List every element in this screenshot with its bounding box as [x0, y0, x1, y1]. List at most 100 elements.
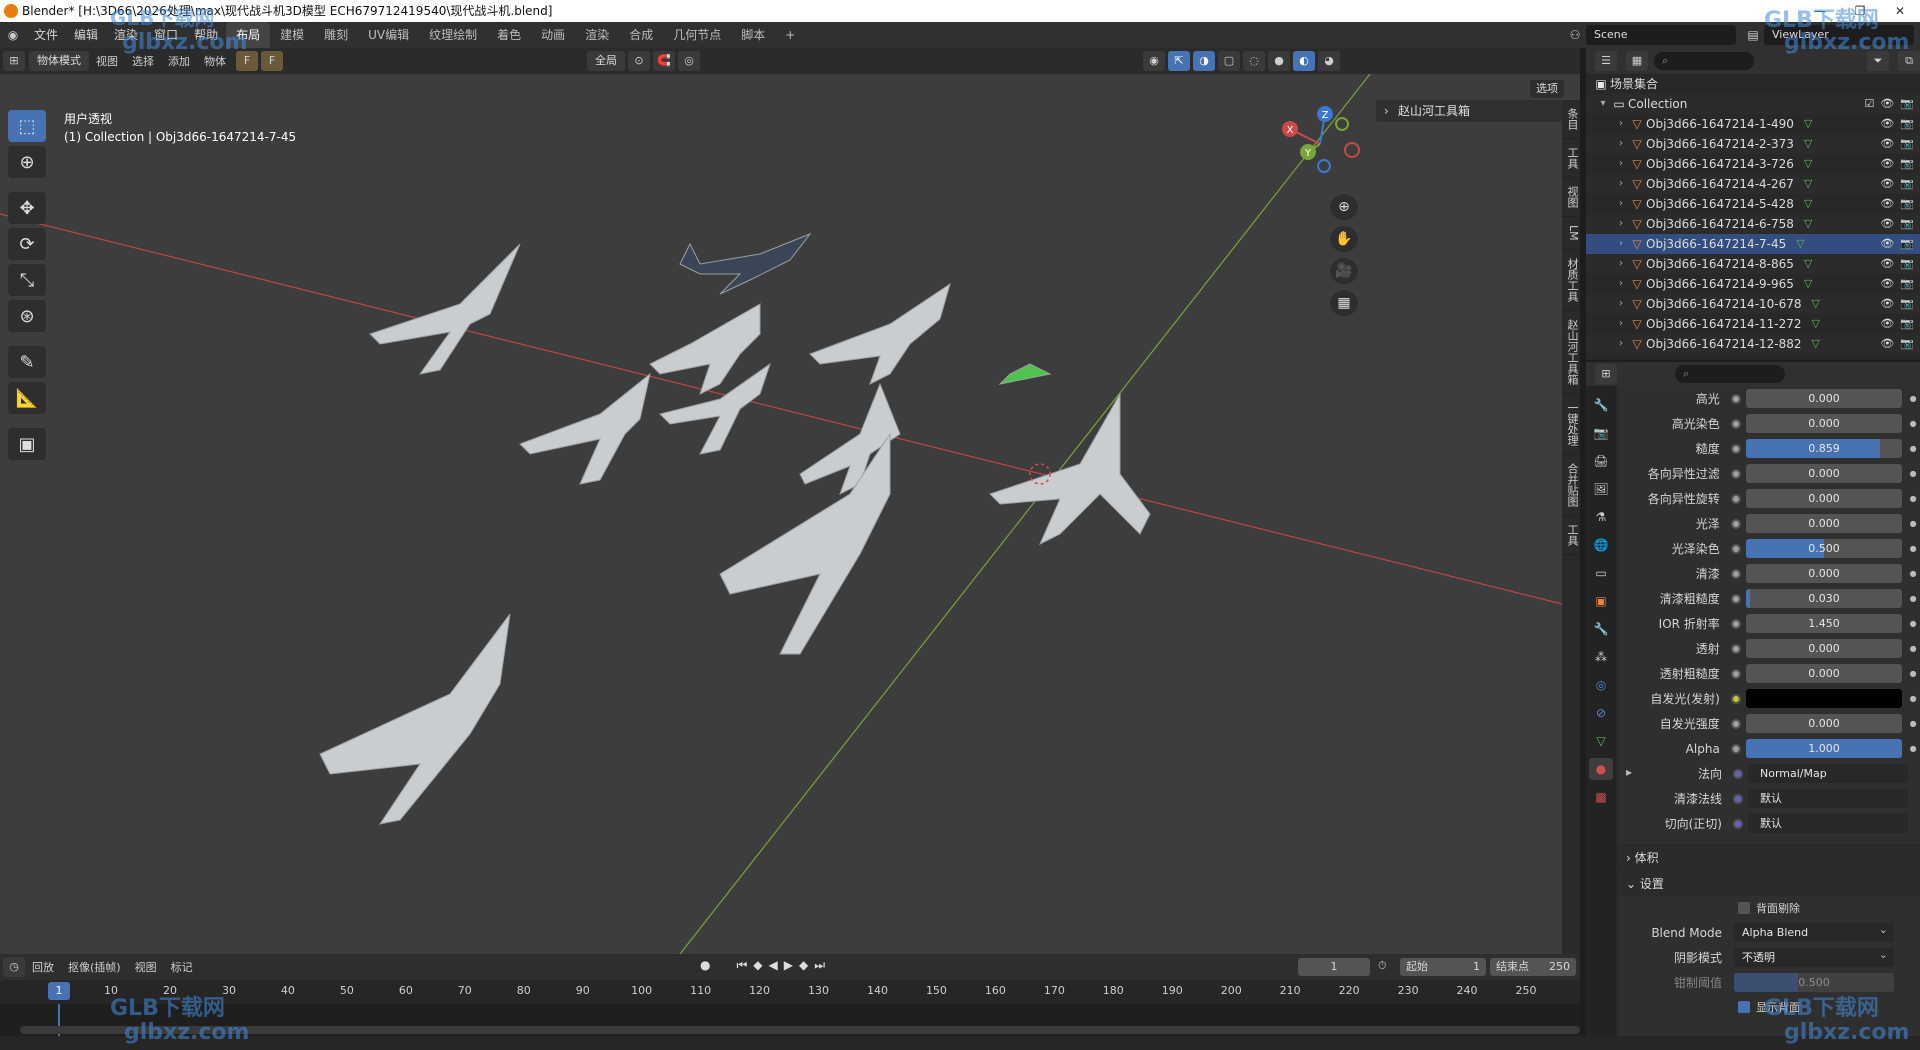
- tool-tab-icon[interactable]: 🔧: [1589, 394, 1613, 416]
- keyframe-dot-icon[interactable]: ●: [1906, 519, 1920, 528]
- checkbox-icon[interactable]: ☑: [1864, 94, 1874, 114]
- scale-tool-icon[interactable]: ⤡: [8, 264, 46, 296]
- mesh-data-icon[interactable]: ▽: [1804, 114, 1812, 134]
- outliner-object-row[interactable]: › ▽ Obj3d66-1647214-6-758 ▽ 👁 📷: [1586, 214, 1920, 234]
- timeline-ruler[interactable]: 1 10 20 30 40 50 60 70 80 90 100 110 120 130 140 150 16…: [0, 980, 1580, 1004]
- viewport-menu-select[interactable]: 选择: [125, 53, 161, 69]
- shadow-mode-select[interactable]: 不透明: [1734, 945, 1894, 967]
- socket-icon[interactable]: [1730, 743, 1741, 754]
- timeline-menu-marker[interactable]: 标记: [164, 959, 200, 975]
- keyframe-dot-icon[interactable]: ●: [1906, 719, 1920, 728]
- section-settings[interactable]: ⌄ 设置: [1618, 870, 1920, 896]
- tab-animation[interactable]: 动画: [531, 22, 575, 48]
- mesh-data-icon[interactable]: ▽: [1804, 194, 1812, 214]
- data-tab-icon[interactable]: ▽: [1589, 730, 1613, 752]
- current-frame-field[interactable]: 1: [1298, 958, 1370, 976]
- property-value-field[interactable]: 0.000: [1745, 389, 1903, 408]
- keyframe-dot-icon[interactable]: ●: [1906, 594, 1920, 603]
- camera-icon[interactable]: 📷: [1900, 234, 1914, 254]
- outliner-object-row[interactable]: › ▽ Obj3d66-1647214-4-267 ▽ 👁 📷: [1586, 174, 1920, 194]
- prev-keyframe-icon[interactable]: ◆: [753, 958, 762, 973]
- expand-icon[interactable]: ›: [1614, 174, 1628, 194]
- transform-orientation-selector[interactable]: 全局: [587, 51, 625, 71]
- snap-icon[interactable]: 🧲: [653, 51, 675, 71]
- camera-icon[interactable]: 📷: [1900, 134, 1914, 154]
- n-tab-view[interactable]: 视图: [1562, 178, 1580, 217]
- editor-type-icon[interactable]: ⊞: [3, 51, 25, 71]
- expand-icon[interactable]: ›: [1614, 254, 1628, 274]
- material-tab-icon[interactable]: ●: [1589, 758, 1613, 780]
- play-icon[interactable]: ▶: [784, 958, 793, 973]
- timeline-scrollbar[interactable]: [20, 1026, 1580, 1034]
- camera-icon[interactable]: 📷: [1900, 94, 1914, 114]
- n-tab-tools[interactable]: 工具: [1562, 516, 1580, 555]
- record-icon[interactable]: ●: [700, 958, 710, 973]
- socket-icon[interactable]: [1730, 668, 1741, 679]
- ortho-grid-icon[interactable]: ▦: [1330, 290, 1358, 316]
- keyframe-dot-icon[interactable]: ●: [1906, 644, 1920, 653]
- socket-icon[interactable]: [1730, 418, 1741, 429]
- tab-rendering[interactable]: 渲染: [575, 22, 619, 48]
- mesh-data-icon[interactable]: ▽: [1804, 274, 1812, 294]
- emission-color-field[interactable]: [1745, 689, 1903, 708]
- keyframe-dot-icon[interactable]: ●: [1906, 619, 1920, 628]
- expand-icon[interactable]: ›: [1614, 154, 1628, 174]
- material-shading-icon[interactable]: ◐: [1293, 51, 1315, 71]
- socket-icon[interactable]: [1733, 768, 1743, 779]
- add-cube-tool-icon[interactable]: ▣: [8, 428, 46, 460]
- constraints-tab-icon[interactable]: ⊘: [1589, 702, 1613, 724]
- outliner-collection[interactable]: ▾ ▭ Collection ☑ 👁 📷: [1586, 94, 1920, 114]
- mesh-data-icon[interactable]: ▽: [1812, 294, 1820, 314]
- measure-tool-icon[interactable]: 📐: [8, 382, 46, 414]
- blender-menu-icon[interactable]: ◉: [0, 28, 26, 42]
- expand-icon[interactable]: ▸: [1626, 765, 1632, 779]
- eye-icon[interactable]: 👁: [1880, 194, 1894, 214]
- outliner-object-row[interactable]: › ▽ Obj3d66-1647214-5-428 ▽ 👁 📷: [1586, 194, 1920, 214]
- outliner-object-row[interactable]: › ▽ Obj3d66-1647214-10-678 ▽ 👁 📷: [1586, 294, 1920, 314]
- navigation-gizmo[interactable]: Z X Y: [1270, 94, 1370, 194]
- rotate-tool-icon[interactable]: ⟳: [8, 228, 46, 260]
- keyframe-dot-icon[interactable]: ●: [1906, 694, 1920, 703]
- viewlayer-selector[interactable]: ViewLayer: [1764, 25, 1914, 45]
- menu-help[interactable]: 帮助: [186, 22, 226, 48]
- menu-window[interactable]: 窗口: [146, 22, 186, 48]
- next-keyframe-icon[interactable]: ◆: [799, 958, 808, 973]
- tab-modeling[interactable]: 建模: [270, 22, 314, 48]
- eye-icon[interactable]: 👁: [1880, 114, 1894, 134]
- eye-icon[interactable]: 👁: [1880, 174, 1894, 194]
- zoom-icon[interactable]: ⊕: [1330, 194, 1358, 220]
- outliner-editor-icon[interactable]: ☰: [1595, 51, 1617, 71]
- property-value-field[interactable]: 0.500: [1745, 539, 1903, 558]
- eye-icon[interactable]: 👁: [1880, 134, 1894, 154]
- outliner-object-row[interactable]: › ▽ Obj3d66-1647214-11-272 ▽ 👁 📷: [1586, 314, 1920, 334]
- collection-tab-icon[interactable]: ▭: [1589, 562, 1613, 584]
- property-value-field[interactable]: 0.000: [1745, 464, 1903, 483]
- tab-layout[interactable]: 布局: [226, 22, 271, 48]
- mesh-data-icon[interactable]: ▽: [1796, 234, 1804, 254]
- timeline-menu-view[interactable]: 视图: [128, 959, 164, 975]
- outliner-display-mode-icon[interactable]: ▦: [1626, 51, 1648, 71]
- expand-icon[interactable]: ›: [1614, 334, 1628, 354]
- keyframe-dot-icon[interactable]: ●: [1906, 494, 1920, 503]
- socket-icon[interactable]: [1733, 818, 1743, 829]
- property-value-field[interactable]: 0.000: [1745, 414, 1903, 433]
- menu-render[interactable]: 渲染: [106, 22, 146, 48]
- mode-selector[interactable]: 物体模式: [29, 51, 89, 71]
- n-tab-merge-textures[interactable]: 合并贴图: [1562, 455, 1580, 516]
- show-backface-checkbox[interactable]: [1738, 1001, 1750, 1013]
- modifier-tab-icon[interactable]: 🔧: [1589, 618, 1613, 640]
- select-box-tool-icon[interactable]: ⬚: [8, 110, 46, 142]
- socket-icon[interactable]: [1730, 468, 1741, 479]
- emission-strength-field[interactable]: 0.000: [1745, 714, 1903, 733]
- xray-icon[interactable]: ▢: [1218, 51, 1240, 71]
- n-tab-lm[interactable]: LM: [1562, 217, 1580, 250]
- clearcoat-normal-field[interactable]: 默认: [1748, 789, 1908, 808]
- n-tab-item[interactable]: 条目: [1562, 100, 1580, 139]
- eye-icon[interactable]: 👁: [1880, 94, 1894, 114]
- tab-shading[interactable]: 着色: [487, 22, 531, 48]
- output-tab-icon[interactable]: 🖨: [1589, 450, 1613, 472]
- gizmo-toggle-icon[interactable]: ⇱: [1168, 51, 1190, 71]
- n-panel-toolbox[interactable]: 赵山河工具箱: [1376, 100, 1562, 122]
- proportional-edit-icon[interactable]: ◎: [678, 51, 700, 71]
- overlay-toggle-icon[interactable]: ◑: [1193, 51, 1215, 71]
